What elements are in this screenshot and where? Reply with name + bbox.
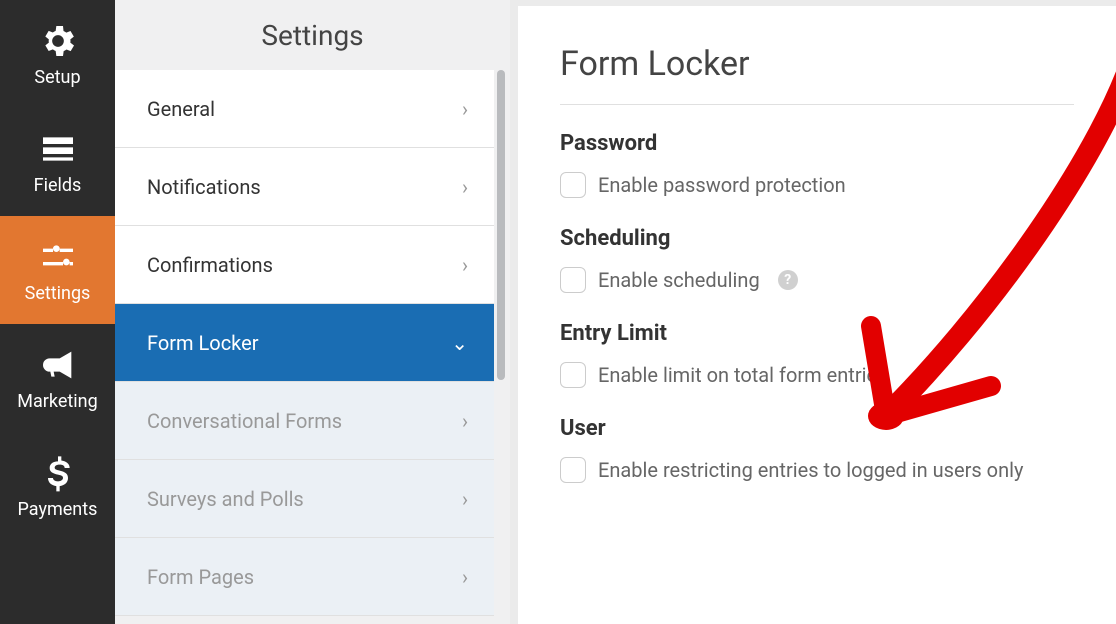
- section-heading: Scheduling: [560, 226, 1074, 251]
- gear-icon: [38, 21, 78, 61]
- nav-marketing[interactable]: Marketing: [0, 324, 115, 432]
- enable-password-checkbox[interactable]: [560, 172, 586, 198]
- settings-item-label: Form Pages: [147, 565, 254, 589]
- settings-item-conversational-forms[interactable]: Conversational Forms ›: [115, 382, 494, 460]
- nav-label: Payments: [18, 499, 98, 520]
- settings-item-form-locker[interactable]: Form Locker ⌄: [115, 304, 494, 382]
- nav-setup[interactable]: Setup: [0, 0, 115, 108]
- settings-item-label: Conversational Forms: [147, 409, 342, 433]
- settings-item-label: Form Locker: [147, 331, 259, 355]
- nav-label: Settings: [25, 283, 91, 304]
- settings-header: Settings: [115, 0, 510, 70]
- section-entry-limit: Entry Limit Enable limit on total form e…: [560, 321, 1074, 388]
- nav-settings[interactable]: Settings: [0, 216, 115, 324]
- settings-item-general[interactable]: General ›: [115, 70, 494, 148]
- section-heading: Entry Limit: [560, 321, 1074, 346]
- chevron-right-icon: ›: [462, 97, 468, 121]
- checkbox-label: Enable limit on total form entries: [598, 363, 887, 387]
- settings-column: Settings General › Notifications › Confi…: [115, 0, 510, 624]
- enable-entry-limit-checkbox[interactable]: [560, 362, 586, 388]
- section-heading: User: [560, 416, 1074, 441]
- sliders-icon: [38, 237, 78, 277]
- chevron-right-icon: ›: [462, 565, 468, 589]
- chevron-right-icon: ›: [462, 175, 468, 199]
- section-scheduling: Scheduling Enable scheduling ?: [560, 226, 1074, 293]
- settings-item-label: Notifications: [147, 175, 261, 199]
- section-password: Password Enable password protection: [560, 131, 1074, 198]
- settings-item-confirmations[interactable]: Confirmations ›: [115, 226, 494, 304]
- settings-item-label: General: [147, 97, 215, 121]
- nav-label: Marketing: [17, 391, 97, 412]
- scrollbar-thumb[interactable]: [497, 70, 505, 380]
- checkbox-label: Enable scheduling: [598, 268, 760, 292]
- enable-user-restrict-checkbox[interactable]: [560, 457, 586, 483]
- section-heading: Password: [560, 131, 1074, 156]
- help-icon[interactable]: ?: [778, 270, 798, 290]
- settings-menu: General › Notifications › Confirmations …: [115, 70, 494, 624]
- settings-item-label: Surveys and Polls: [147, 487, 304, 511]
- enable-scheduling-checkbox[interactable]: [560, 267, 586, 293]
- settings-item-form-pages[interactable]: Form Pages ›: [115, 538, 494, 616]
- settings-item-label: Confirmations: [147, 253, 273, 277]
- list-icon: [38, 129, 78, 169]
- settings-item-notifications[interactable]: Notifications ›: [115, 148, 494, 226]
- bullhorn-icon: [38, 345, 78, 385]
- chevron-down-icon: ⌄: [451, 331, 468, 355]
- checkbox-label: Enable password protection: [598, 173, 846, 197]
- chevron-right-icon: ›: [462, 253, 468, 277]
- nav-label: Setup: [34, 67, 80, 88]
- scrollbar[interactable]: [494, 70, 510, 624]
- primary-nav: Setup Fields Settings Marketing Payments: [0, 0, 115, 624]
- nav-label: Fields: [34, 175, 82, 196]
- chevron-right-icon: ›: [462, 409, 468, 433]
- panel-title: Form Locker: [560, 44, 1074, 105]
- dollar-icon: [38, 453, 78, 493]
- settings-item-surveys-polls[interactable]: Surveys and Polls ›: [115, 460, 494, 538]
- section-user: User Enable restricting entries to logge…: [560, 416, 1074, 483]
- checkbox-label: Enable restricting entries to logged in …: [598, 458, 1023, 482]
- nav-payments[interactable]: Payments: [0, 432, 115, 540]
- chevron-right-icon: ›: [462, 487, 468, 511]
- form-locker-panel: Form Locker Password Enable password pro…: [510, 0, 1116, 624]
- nav-fields[interactable]: Fields: [0, 108, 115, 216]
